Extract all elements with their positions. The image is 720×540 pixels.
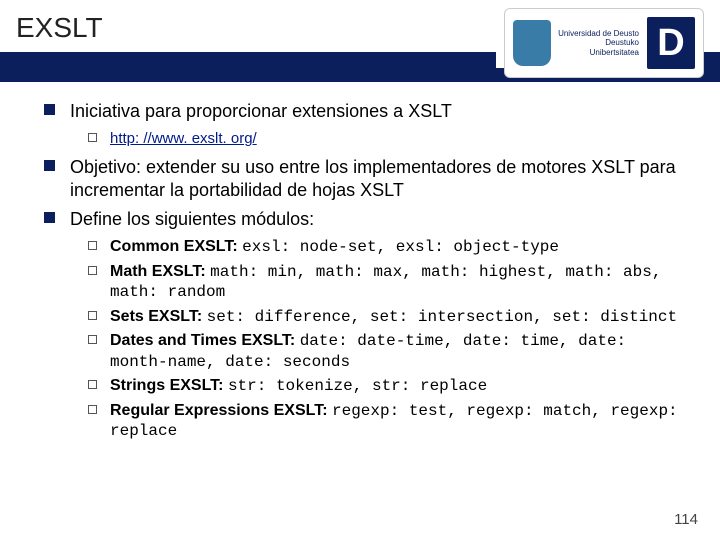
module-label: Regular Expressions EXSLT: bbox=[110, 402, 332, 419]
slide-body: Iniciativa para proporcionar extensiones… bbox=[0, 82, 720, 442]
module-label: Dates and Times EXSLT: bbox=[110, 332, 300, 349]
logo-line1: Universidad de Deusto bbox=[557, 29, 639, 39]
sub-bullet-link: http: //www. exslt. org/ bbox=[88, 129, 686, 148]
logo-letter: D bbox=[647, 17, 695, 69]
bullet-text: Define los siguientes módulos: bbox=[70, 208, 686, 231]
module-code: str: tokenize, str: replace bbox=[228, 377, 487, 395]
hollow-square-icon bbox=[88, 133, 97, 142]
bullet-objective: Objetivo: extender su uso entre los impl… bbox=[44, 156, 686, 202]
university-logo: Universidad de Deusto Deustuko Unibertsi… bbox=[504, 8, 704, 78]
bullet-initiative: Iniciativa para proporcionar extensiones… bbox=[44, 100, 686, 123]
shield-icon bbox=[513, 20, 551, 66]
hollow-square-icon bbox=[88, 335, 97, 344]
exslt-link[interactable]: http: //www. exslt. org/ bbox=[110, 130, 257, 147]
hollow-square-icon bbox=[88, 311, 97, 320]
bullet-modules: Define los siguientes módulos: bbox=[44, 208, 686, 231]
module-label: Sets EXSLT: bbox=[110, 308, 207, 325]
logo-line2: Deustuko Unibertsitatea bbox=[557, 38, 639, 57]
hollow-square-icon bbox=[88, 241, 97, 250]
module-label: Common EXSLT: bbox=[110, 238, 242, 255]
module-code: exsl: node-set, exsl: object-type bbox=[242, 238, 559, 256]
square-bullet-icon bbox=[44, 212, 55, 223]
module-math: Math EXSLT: math: min, math: max, math: … bbox=[88, 262, 686, 303]
hollow-square-icon bbox=[88, 380, 97, 389]
module-label: Strings EXSLT: bbox=[110, 377, 228, 394]
hollow-square-icon bbox=[88, 405, 97, 414]
bullet-text: Objetivo: extender su uso entre los impl… bbox=[70, 156, 686, 202]
module-label: Math EXSLT: bbox=[110, 263, 210, 280]
module-common: Common EXSLT: exsl: node-set, exsl: obje… bbox=[88, 237, 686, 257]
square-bullet-icon bbox=[44, 104, 55, 115]
module-regexp: Regular Expressions EXSLT: regexp: test,… bbox=[88, 401, 686, 442]
module-sets: Sets EXSLT: set: difference, set: inters… bbox=[88, 307, 686, 327]
square-bullet-icon bbox=[44, 160, 55, 171]
logo-text: Universidad de Deusto Deustuko Unibertsi… bbox=[557, 29, 643, 58]
slide-header: EXSLT Universidad de Deusto Deustuko Uni… bbox=[0, 0, 720, 82]
module-code: set: difference, set: intersection, set:… bbox=[207, 308, 677, 326]
page-number: 114 bbox=[674, 511, 698, 528]
module-dates: Dates and Times EXSLT: date: date-time, … bbox=[88, 331, 686, 372]
hollow-square-icon bbox=[88, 266, 97, 275]
module-strings: Strings EXSLT: str: tokenize, str: repla… bbox=[88, 376, 686, 396]
bullet-text: Iniciativa para proporcionar extensiones… bbox=[70, 100, 686, 123]
